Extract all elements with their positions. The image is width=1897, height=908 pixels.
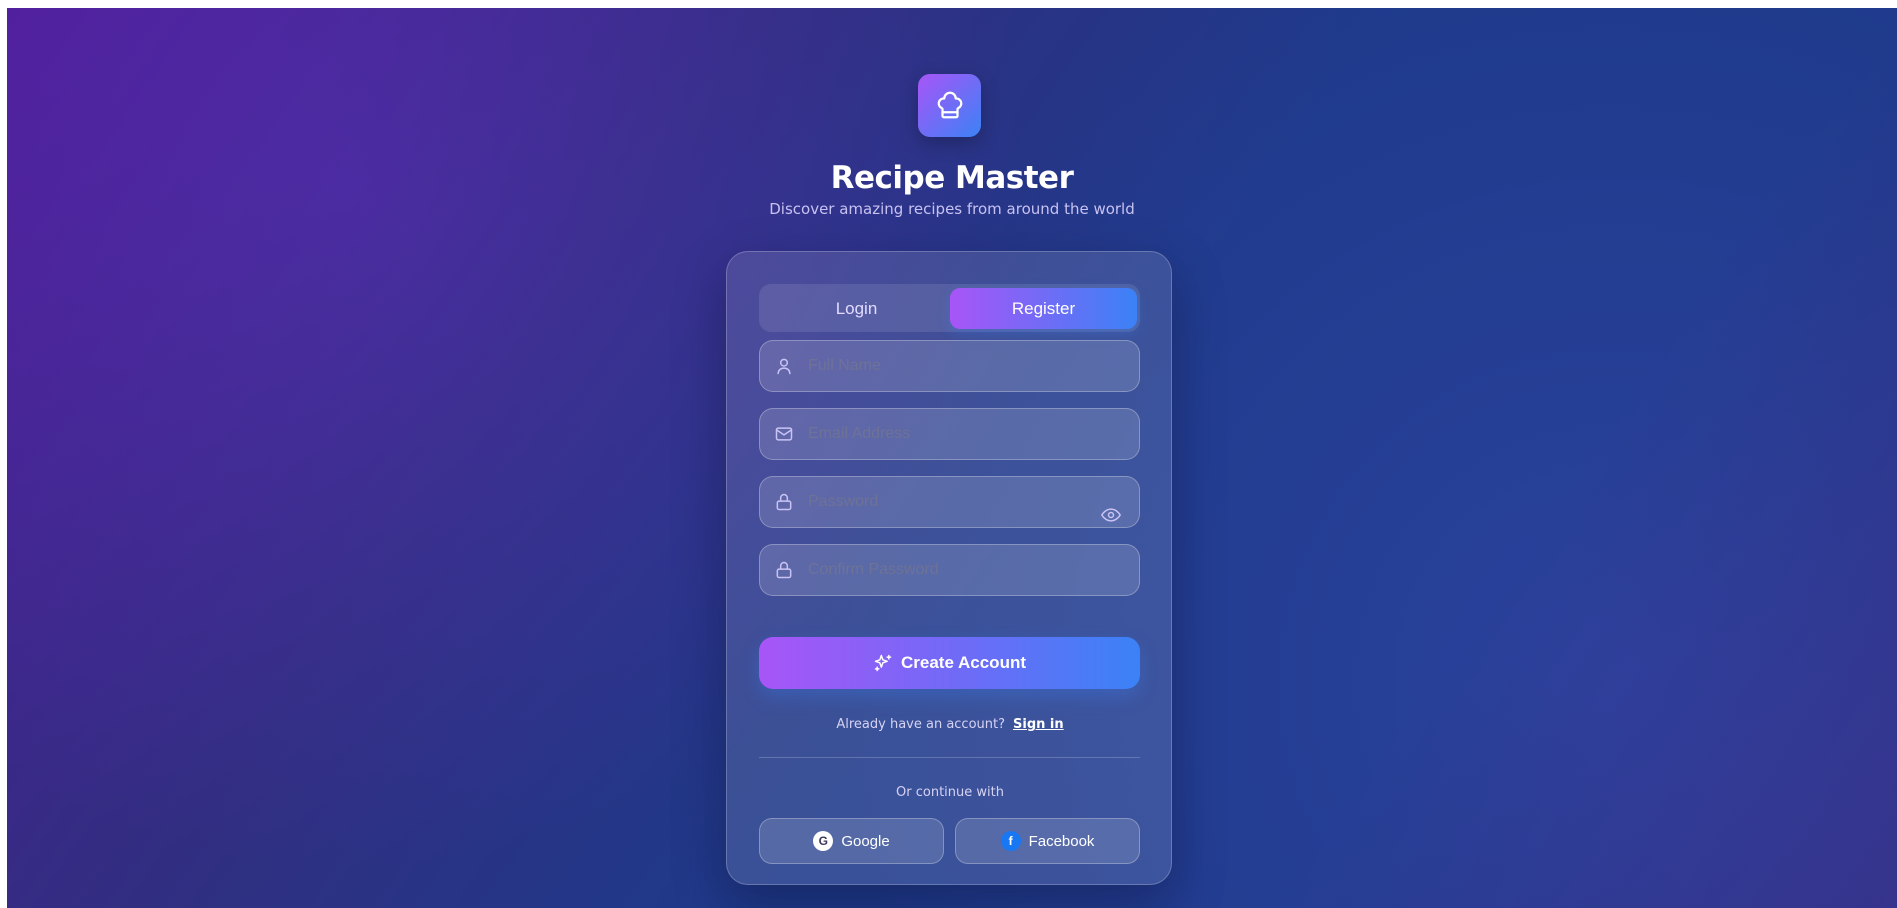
social-heading: Or continue with [896, 785, 1004, 800]
auth-card: Login Register Full Name Email Address C… [726, 251, 1172, 885]
tab-register[interactable]: Register [950, 288, 1137, 329]
facebook-button[interactable]: f Facebook [955, 818, 1140, 864]
full-name-input[interactable] [808, 341, 1108, 391]
chef-hat-icon [937, 91, 962, 118]
password-input[interactable] [808, 477, 1108, 527]
password-field [759, 476, 1140, 528]
switch-row: Already have an account? Sign in [727, 717, 1173, 732]
auth-tabs: Login Register [759, 284, 1140, 332]
user-icon [777, 358, 791, 375]
create-account-label: Create Account [900, 653, 1026, 672]
confirm-password-field [759, 544, 1140, 596]
sparkles-icon [874, 654, 892, 672]
mail-icon [775, 427, 793, 441]
facebook-label: Facebook [1028, 832, 1095, 850]
email-field [759, 408, 1140, 460]
app-title: Recipe Master [830, 160, 1074, 196]
confirm-password-input[interactable] [808, 545, 1108, 595]
lock-icon [776, 561, 792, 579]
email-input[interactable] [808, 409, 1108, 459]
google-icon: G [813, 831, 834, 851]
facebook-icon: f [1000, 831, 1021, 851]
switch-prompt: Already have an account? [836, 717, 1006, 732]
eye-icon[interactable] [1101, 508, 1121, 522]
google-button[interactable]: G Google [759, 818, 944, 864]
logo [918, 74, 981, 137]
google-label: Google [841, 832, 890, 850]
app-background: Recipe Master Discover amazing recipes f… [7, 8, 1897, 908]
create-account-button[interactable]: Create Account [759, 637, 1140, 689]
app-subtitle: Discover amazing recipes from around the… [769, 200, 1135, 218]
divider [759, 757, 1140, 758]
tab-login[interactable]: Login [763, 288, 950, 329]
sign-in-link[interactable]: Sign in [1013, 717, 1064, 732]
full-name-field [759, 340, 1140, 392]
lock-icon [776, 493, 792, 511]
